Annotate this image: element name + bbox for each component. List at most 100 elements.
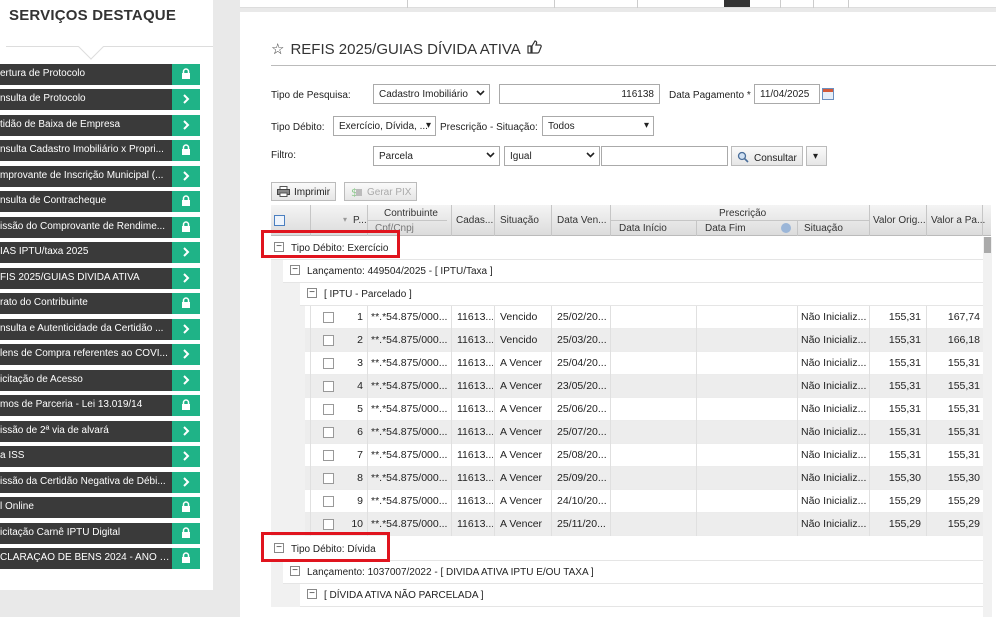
col-header-valor-orig[interactable]: Valor Orig... <box>873 215 926 226</box>
filtro-operador-select[interactable]: Igual <box>504 146 600 166</box>
group-tipo-debito[interactable]: − Tipo Débito: Dívida <box>271 538 983 561</box>
table-row[interactable]: 4 **.*54.875/000... 11613... A Vencer 23/05/… <box>271 375 983 398</box>
row-checkbox[interactable] <box>323 381 334 392</box>
collapse-icon[interactable]: − <box>274 543 284 553</box>
select-all-checkbox[interactable] <box>274 215 285 226</box>
filtro-valor-input[interactable] <box>601 146 728 166</box>
table-row[interactable]: 7 **.*54.875/000... 11613... A Vencer 25/08/… <box>271 444 983 467</box>
row-checkbox[interactable] <box>323 358 334 369</box>
lock-icon[interactable] <box>172 293 200 314</box>
collapse-icon[interactable]: − <box>307 589 317 599</box>
row-checkbox[interactable] <box>323 427 334 438</box>
sidebar-item[interactable]: issão de 2ª via de alvará <box>0 421 200 442</box>
lock-icon[interactable] <box>172 548 200 569</box>
imprimir-button[interactable]: Imprimir <box>271 182 337 201</box>
consultar-options-button[interactable]: ▾ <box>806 146 827 166</box>
sidebar-item[interactable]: FIS 2025/GUIAS DÍVIDA ATIVA <box>0 268 200 289</box>
sidebar-item[interactable]: issão do Comprovante de Rendime... <box>0 217 200 238</box>
star-icon[interactable]: ☆ <box>271 40 284 58</box>
sidebar-item[interactable]: ertura de Protocolo <box>0 64 200 85</box>
chevron-right-icon[interactable] <box>172 242 200 263</box>
row-checkbox[interactable] <box>323 519 334 530</box>
group-subgroup[interactable]: −[ IPTU - Parcelado ] <box>271 283 983 306</box>
table-row[interactable]: 10 **.*54.875/000... 11613... A Vencer 25/11… <box>271 513 983 536</box>
sidebar-item[interactable]: nsulta de Contracheque <box>0 191 200 212</box>
sidebar-item[interactable]: issão da Certidão Negativa de Débi... <box>0 472 200 493</box>
lock-icon[interactable] <box>172 191 200 212</box>
lock-icon[interactable] <box>172 217 200 238</box>
calendar-icon[interactable] <box>822 88 834 100</box>
col-header-situacao[interactable]: Situação <box>500 215 539 226</box>
gerar-pix-button[interactable]: $ Gerar PIX <box>344 182 418 201</box>
chevron-right-icon[interactable] <box>172 166 200 187</box>
sidebar-item[interactable]: nsulta de Protocolo <box>0 89 200 110</box>
row-checkbox[interactable] <box>323 404 334 415</box>
table-row[interactable]: 1 **.*54.875/000... 11613... Vencido 25/02/2… <box>271 306 983 329</box>
info-icon[interactable] <box>781 223 791 233</box>
cadastro-input[interactable]: 116138 <box>499 84 660 104</box>
chevron-right-icon[interactable] <box>172 472 200 493</box>
group-tipo-debito[interactable]: − Tipo Débito: Exercício <box>271 237 983 260</box>
col-header-cpf[interactable]: Cpf/Cnpj <box>375 223 414 234</box>
filtro-campo-select[interactable]: Parcela <box>373 146 500 166</box>
table-row[interactable]: 3 **.*54.875/000... 11613... A Vencer 25/04/… <box>271 352 983 375</box>
collapse-icon[interactable]: − <box>274 242 284 252</box>
collapse-icon[interactable]: − <box>290 265 300 275</box>
col-header-valor-pagar[interactable]: Valor a Pa... <box>931 215 985 226</box>
col-header-p[interactable]: P... <box>353 215 367 226</box>
group-lancamento[interactable]: − Lançamento: 1037007/2022 - [ DIVIDA ATI… <box>271 561 983 584</box>
lock-icon[interactable] <box>172 140 200 161</box>
sidebar-item[interactable]: mos de Parceria - Lei 13.019/14 <box>0 395 200 416</box>
sidebar-item[interactable]: CLARAÇÃO DE BENS 2024 - ANO B... <box>0 548 200 569</box>
sidebar-item[interactable]: a ISS <box>0 446 200 467</box>
chevron-right-icon[interactable] <box>172 115 200 136</box>
scrollbar-thumb[interactable] <box>984 237 991 253</box>
chevron-right-icon[interactable] <box>172 446 200 467</box>
collapse-icon[interactable]: − <box>290 566 300 576</box>
collapse-icon[interactable]: − <box>307 288 317 298</box>
table-row[interactable]: 8 **.*54.875/000... 11613... A Vencer 25/09/… <box>271 467 983 490</box>
prescricao-select[interactable]: Todos ▾ <box>542 116 654 136</box>
chevron-right-icon[interactable] <box>172 370 200 391</box>
sidebar-item[interactable]: nsulta Cadastro Imobiliário x Propri... <box>0 140 200 161</box>
group-subgroup[interactable]: −[ DÍVIDA ATIVA NÃO PARCELADA ] <box>271 584 983 607</box>
tipo-pesquisa-select[interactable]: Cadastro Imobiliário <box>373 84 490 104</box>
group-lancamento[interactable]: − Lançamento: 449504/2025 - [ IPTU/Taxa ] <box>271 260 983 283</box>
tipo-debito-select[interactable]: Exercício, Dívida, ... ▾ <box>333 116 436 136</box>
col-header-contribuinte[interactable]: Contribuinte <box>384 208 438 219</box>
sidebar-item[interactable]: icitação de Acesso <box>0 370 200 391</box>
chevron-right-icon[interactable] <box>172 421 200 442</box>
sidebar-item[interactable]: tidão de Baixa de Empresa <box>0 115 200 136</box>
chevron-right-icon[interactable] <box>172 319 200 340</box>
chevron-right-icon[interactable] <box>172 89 200 110</box>
row-checkbox[interactable] <box>323 496 334 507</box>
thumbs-up-icon[interactable] <box>527 40 542 57</box>
sidebar-item[interactable]: rato do Contribuinte <box>0 293 200 314</box>
col-header-data-inicio[interactable]: Data Início <box>619 223 667 234</box>
table-row[interactable]: 6 **.*54.875/000... 11613... A Vencer 25/07/… <box>271 421 983 444</box>
col-header-data-fim[interactable]: Data Fim <box>705 223 746 234</box>
sidebar-item[interactable]: l Online <box>0 497 200 518</box>
sidebar-item[interactable]: mprovante de Inscrição Municipal (... <box>0 166 200 187</box>
col-header-data-venc[interactable]: Data Ven... <box>557 215 606 226</box>
sidebar-item[interactable]: nsulta e Autenticidade da Certidão ... <box>0 319 200 340</box>
row-checkbox[interactable] <box>323 312 334 323</box>
col-header-cadastro[interactable]: Cadas... <box>456 215 493 226</box>
lock-icon[interactable] <box>172 523 200 544</box>
chevron-right-icon[interactable] <box>172 344 200 365</box>
lock-icon[interactable] <box>172 395 200 416</box>
row-checkbox[interactable] <box>323 473 334 484</box>
chevron-right-icon[interactable] <box>172 268 200 289</box>
sidebar-item[interactable]: IAS IPTU/taxa 2025 <box>0 242 200 263</box>
table-row[interactable]: 5 **.*54.875/000... 11613... A Vencer 25/06/… <box>271 398 983 421</box>
row-checkbox[interactable] <box>323 335 334 346</box>
sidebar-item[interactable]: lens de Compra referentes ao COVI... <box>0 344 200 365</box>
col-header-presc-situacao[interactable]: Situação <box>804 223 843 234</box>
table-row[interactable]: 2 **.*54.875/000... 11613... Vencido 25/03/2… <box>271 329 983 352</box>
lock-icon[interactable] <box>172 497 200 518</box>
lock-icon[interactable] <box>172 64 200 85</box>
data-pagamento-input[interactable]: 11/04/2025 <box>754 84 820 104</box>
grid-scrollbar[interactable] <box>983 237 992 617</box>
sidebar-item[interactable]: icitação Carnê IPTU Digital <box>0 523 200 544</box>
row-checkbox[interactable] <box>323 450 334 461</box>
